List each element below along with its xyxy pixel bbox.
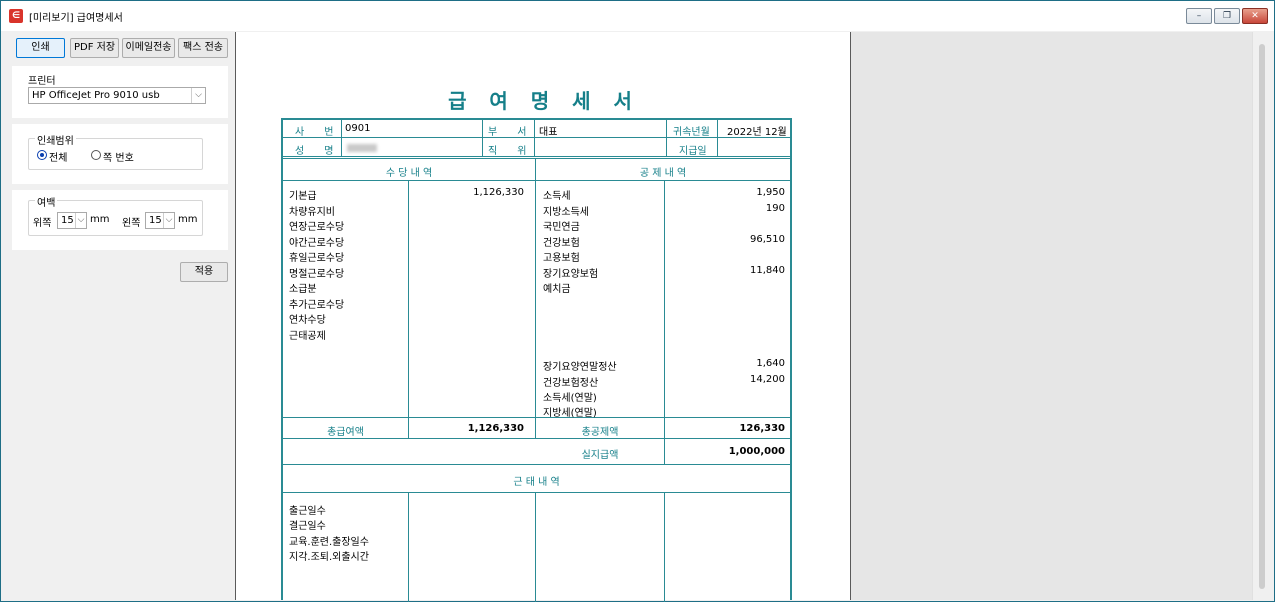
allowance-item: 연장근로수당 [289, 222, 345, 233]
period-value: 2022년 12월 [727, 127, 787, 138]
minimize-button[interactable]: – [1186, 8, 1212, 24]
margin-top-value: 15 [61, 215, 74, 226]
close-button[interactable]: ✕ [1242, 8, 1268, 24]
restore-button[interactable]: ❐ [1214, 8, 1240, 24]
total-pay-label: 총급여액 [327, 427, 364, 438]
left-panel: 인쇄 PDF 저장 이메일전송 팩스 전송 프린터 HP OfficeJet P… [2, 32, 235, 600]
dept-value: 대표 [539, 127, 558, 138]
deduction-item: 건강보험정산 [543, 378, 599, 389]
preview-window: ∈ [미리보기] 급여명세서 – ❐ ✕ 인쇄 PDF 저장 이메일전송 팩스 … [0, 0, 1275, 602]
position-label: 직 위 [488, 146, 527, 157]
total-deduction-value: 126,330 [739, 423, 785, 434]
allowance-title: 수 당 내 역 [385, 168, 433, 179]
attendance-item: 출근일수 [289, 506, 326, 517]
deduction-item: 소득세 [543, 191, 571, 202]
preview-area[interactable]: 급 여 명 세 서 사 번 0901 부 서 대표 귀속년월 2022년 12월… [235, 32, 1274, 602]
printer-selected-value: HP OfficeJet Pro 9010 usb [32, 90, 160, 101]
margin-section: 여백 위쪽 15 ⌵ mm 왼쪽 15 ⌵ mm [12, 190, 228, 250]
pdf-save-button[interactable]: PDF 저장 [70, 38, 119, 58]
allowance-item: 휴일근로수당 [289, 253, 345, 264]
margin-left-unit: mm [178, 214, 198, 225]
deduction-item: 지방세(연말) [543, 408, 597, 419]
deduction-item: 예치금 [543, 284, 571, 295]
email-send-button[interactable]: 이메일전송 [122, 38, 175, 58]
deduction-amount: 1,640 [756, 358, 785, 369]
title-bar: ∈ [미리보기] 급여명세서 – ❐ ✕ [1, 1, 1274, 31]
chevron-down-icon: ⌵ [191, 88, 205, 103]
net-pay-value: 1,000,000 [728, 446, 785, 457]
deduction-amount: 190 [765, 203, 785, 214]
vertical-scrollbar[interactable] [1252, 32, 1274, 600]
deduction-item: 소득세(연말) [543, 393, 597, 404]
emp-no-label: 사 번 [295, 127, 334, 138]
margin-top-select[interactable]: 15 ⌵ [57, 212, 87, 229]
dept-label: 부 서 [488, 127, 527, 138]
deduction-item: 지방소득세 [543, 207, 589, 218]
margin-left-value: 15 [149, 215, 162, 226]
attendance-item: 결근일수 [289, 521, 326, 532]
margin-left-select[interactable]: 15 ⌵ [145, 212, 175, 229]
apply-button[interactable]: 적용 [180, 262, 228, 282]
print-button[interactable]: 인쇄 [16, 38, 65, 58]
deduction-amount: 96,510 [750, 234, 785, 245]
chevron-down-icon: ⌵ [163, 213, 174, 228]
deduction-item: 건강보험 [543, 238, 580, 249]
allowance-item: 야간근로수당 [289, 238, 345, 249]
margin-label: 여백 [35, 194, 58, 209]
print-range-label: 인쇄범위 [35, 132, 76, 147]
window-title: [미리보기] 급여명세서 [29, 12, 123, 24]
radio-all-label: 전체 [49, 153, 68, 164]
deduction-amount: 14,200 [750, 374, 785, 385]
allowance-item: 추가근로수당 [289, 300, 345, 311]
deduction-amount: 11,840 [750, 265, 785, 276]
attendance-item: 교육.훈련.출장일수 [289, 537, 369, 548]
margin-top-label: 위쪽 [33, 218, 52, 229]
deduction-amount: 1,950 [756, 187, 785, 198]
emp-no-value: 0901 [345, 123, 371, 134]
total-deduction-label: 총공제액 [581, 427, 619, 438]
allowance-item: 근태공제 [289, 331, 326, 342]
payslip-table: 사 번 0901 부 서 대표 귀속년월 2022년 12월 성 명 직 위 지… [281, 118, 792, 602]
allowance-item: 차량유지비 [289, 207, 335, 218]
deduction-item: 장기요양연말정산 [543, 362, 617, 373]
deduction-item: 장기요양보험 [543, 269, 599, 280]
attendance-title: 근 태 내 역 [513, 477, 560, 488]
margin-top-unit: mm [90, 214, 110, 225]
scrollbar-thumb[interactable] [1259, 44, 1265, 589]
attendance-item: 지각.조퇴.외출시간 [289, 552, 369, 563]
total-pay-value: 1,126,330 [467, 423, 524, 434]
name-label: 성 명 [295, 146, 334, 157]
fax-send-button[interactable]: 팩스 전송 [178, 38, 228, 58]
allowance-item: 명절근로수당 [289, 269, 345, 280]
radio-page-number[interactable] [91, 150, 101, 160]
allowance-item: 연차수당 [289, 315, 326, 326]
allowance-item: 소급분 [289, 284, 317, 295]
net-pay-label: 실지급액 [581, 450, 619, 461]
radio-all[interactable] [37, 150, 47, 160]
allowance-item: 기본급 [289, 191, 317, 202]
margin-group: 여백 위쪽 15 ⌵ mm 왼쪽 15 ⌵ mm [28, 194, 203, 236]
payslip-title: 급 여 명 세 서 [448, 89, 640, 113]
deduction-item: 고용보험 [543, 253, 580, 264]
paydate-label: 지급일 [679, 146, 707, 157]
radio-page-number-label: 쪽 번호 [103, 153, 134, 164]
name-redacted [347, 144, 377, 152]
preview-page: 급 여 명 세 서 사 번 0901 부 서 대표 귀속년월 2022년 12월… [235, 32, 851, 602]
print-range-section: 인쇄범위 전체 쪽 번호 [12, 124, 228, 184]
chevron-down-icon: ⌵ [75, 213, 86, 228]
app-icon: ∈ [9, 9, 23, 23]
deduction-item: 국민연금 [543, 222, 580, 233]
deduction-title: 공 제 내 역 [639, 168, 687, 179]
printer-select[interactable]: HP OfficeJet Pro 9010 usb ⌵ [28, 87, 206, 104]
printer-label: 프린터 [28, 76, 56, 87]
period-label: 귀속년월 [673, 127, 710, 138]
margin-left-label: 왼쪽 [122, 218, 141, 229]
allowance-amount: 1,126,330 [473, 187, 524, 198]
print-range-group: 인쇄범위 전체 쪽 번호 [28, 132, 203, 170]
printer-section: 프린터 HP OfficeJet Pro 9010 usb ⌵ [12, 66, 228, 118]
